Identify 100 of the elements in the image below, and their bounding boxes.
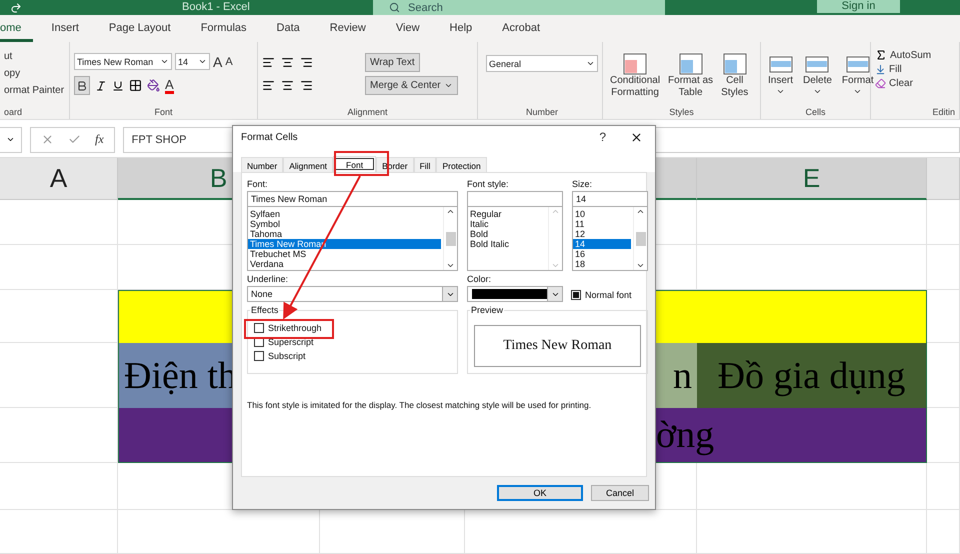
borders-icon[interactable] [129,79,142,92]
cell-text: ờng [655,413,714,457]
cells-button[interactable]: Delete [800,53,835,106]
clipboard-command[interactable]: opy [4,68,65,79]
ribbon-tab[interactable]: Review [320,15,378,42]
table-icon [678,53,703,75]
eraser-icon[interactable] [875,78,886,89]
checkbox-label[interactable]: Normal font [585,290,632,300]
dialog-tab[interactable]: Alignment [283,157,334,173]
text-field[interactable]: Times New Roman [247,191,458,207]
list-option[interactable]: Italic [468,219,546,229]
wrap-text-button[interactable]: Wrap Text [365,53,420,72]
grow-font-button[interactable]: A [213,54,222,70]
ribbon-tab[interactable]: Acrobat [492,15,552,42]
scroll-bar[interactable] [633,207,647,270]
scroll-thumb[interactable] [636,232,646,246]
font-name-field[interactable]: Times New Roman [74,53,172,70]
help-button[interactable]: ? [599,130,606,144]
ribbon-tab[interactable]: Insert [41,15,91,42]
caret-icon [853,87,862,96]
list-option[interactable]: Trebuchet MS [248,249,441,259]
ribbon-tab[interactable]: Formulas [190,15,259,42]
dialog-tab[interactable]: Number [241,157,284,173]
fill-color-icon[interactable] [147,79,160,92]
italic-icon[interactable] [95,80,107,92]
align-top-icon[interactable] [262,56,275,69]
search-field[interactable]: Search [373,0,665,15]
styles-button[interactable]: Conditional Formatting [607,53,664,106]
merge-center-button[interactable]: Merge & Center [365,76,458,95]
checkbox-label[interactable]: Strikethrough [268,323,322,333]
align-left-icon[interactable] [262,79,275,92]
font-size-field[interactable]: 14 [175,53,210,70]
sigma-icon[interactable] [875,49,887,61]
list-option[interactable]: Sylfaen [248,209,441,219]
color-select[interactable] [467,286,563,302]
scroll-down-icon [446,261,455,270]
list-option[interactable]: 14 [573,239,631,249]
sign-in-button[interactable]: Sign in [817,0,900,13]
number-format-field[interactable]: General [486,55,598,72]
ribbon-tab[interactable]: Data [266,15,312,42]
list-option[interactable]: 16 [573,249,631,259]
checkbox-label[interactable]: Subscript [268,351,306,361]
editing-command[interactable]: AutoSum [890,50,932,60]
list-option[interactable]: Symbol [248,219,441,229]
column-header[interactable]: A [0,158,118,200]
scroll-bar[interactable] [443,207,457,270]
text-field[interactable]: 14 [572,191,648,207]
underline-select[interactable]: None [247,286,458,302]
ribbon-tab[interactable]: Page Layout [98,15,183,42]
list-option[interactable]: Tahoma [248,229,441,239]
ribbon-tab[interactable]: Help [440,15,484,42]
fill-down-icon[interactable] [875,64,886,75]
insert-function-button[interactable]: fx [95,132,104,147]
align-center-icon[interactable] [281,79,294,92]
dialog-tab[interactable]: Font [333,156,376,172]
redo-icon[interactable] [10,2,22,14]
list-option[interactable]: Regular [468,209,546,219]
group-title: Preview [470,305,504,315]
editing-command[interactable]: Clear [889,78,913,89]
align-bottom-icon[interactable] [300,56,313,69]
text-field[interactable] [467,191,563,207]
shrink-font-button[interactable]: A [225,56,233,68]
list-option[interactable]: Bold Italic [468,239,546,249]
scroll-thumb[interactable] [446,232,456,246]
list-option[interactable]: 11 [573,219,631,229]
underline-icon[interactable] [112,80,124,92]
align-right-icon[interactable] [300,79,313,92]
close-icon[interactable] [630,130,643,144]
checkbox[interactable] [254,351,264,361]
caret-icon [812,87,822,96]
cells-button[interactable]: Format [838,53,877,106]
list-box[interactable]: 10 11 12 14 16 18 [572,207,648,271]
dialog-tab[interactable]: Protection [436,157,487,173]
table-icon [722,53,747,75]
list-option[interactable]: 12 [573,229,631,239]
dialog-button[interactable]: Cancel [591,485,649,501]
clipboard-command[interactable]: ormat Painter [4,85,65,96]
list-option[interactable]: 18 [573,259,631,269]
bold-button[interactable] [74,76,90,95]
bold-icon [76,80,88,92]
column-header[interactable]: E [697,158,927,200]
list-option[interactable]: Verdana [248,259,441,269]
editing-command[interactable]: Fill [889,64,902,75]
cells-button[interactable]: Insert [765,53,796,106]
list-option[interactable]: 10 [573,209,631,219]
dialog-tab[interactable]: Fill [414,157,436,173]
ribbon-tab[interactable]: View [386,15,432,42]
clipboard-command[interactable]: ut [4,51,65,62]
checkbox[interactable] [254,323,264,333]
align-middle-icon[interactable] [281,56,294,69]
styles-button[interactable]: Cell Styles [718,53,752,106]
list-option[interactable]: Bold [468,229,546,239]
caret-icon [586,59,595,68]
styles-button[interactable]: Format as Table [665,53,716,106]
font-color-button[interactable]: A [165,78,174,94]
table-cell [927,408,960,463]
dialog-button[interactable]: OK [497,485,583,501]
checkbox[interactable] [571,290,581,300]
cancel-icon[interactable] [41,133,54,146]
list-box[interactable]: Regular Italic Bold Bold Italic [467,207,563,271]
